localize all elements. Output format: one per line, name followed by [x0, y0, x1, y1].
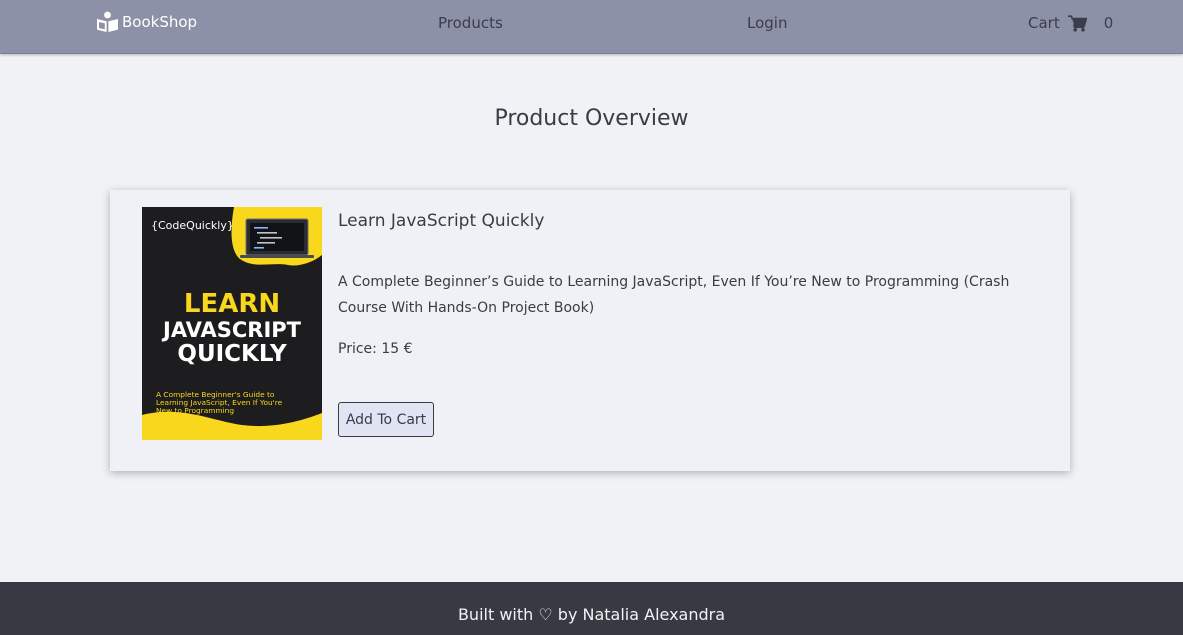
product-card: {CodeQuickly} LEARN JAVASCRIPT QUICKLY A…	[110, 190, 1070, 471]
brand-link[interactable]: BookShop	[96, 11, 197, 33]
footer-text: Built with ♡ by Natalia Alexandra	[457, 605, 726, 624]
cover-title-line2: JAVASCRIPT	[161, 318, 302, 342]
nav-cart-link[interactable]: Cart 0	[1028, 12, 1113, 34]
cover-subtitle-line3: New to Programming	[156, 406, 234, 415]
cover-publisher: {CodeQuickly}	[151, 219, 234, 232]
brand-name: BookShop	[122, 13, 198, 31]
shopping-cart-icon	[1067, 14, 1087, 32]
cover-title-line3: QUICKLY	[177, 341, 287, 367]
book-cover-image[interactable]: {CodeQuickly} LEARN JAVASCRIPT QUICKLY A…	[142, 207, 322, 440]
product-price: Price: 15 €	[338, 341, 413, 357]
book-reader-icon	[97, 11, 118, 32]
page-title: Product Overview	[494, 106, 689, 131]
product-name: Learn JavaScript Quickly	[338, 211, 545, 231]
product-description: A Complete Beginner’s Guide to Learning …	[338, 274, 1010, 316]
cover-title-line1: LEARN	[184, 289, 280, 319]
nav-products-link[interactable]: Products	[438, 14, 503, 32]
footer: Built with ♡ by Natalia Alexandra	[0, 582, 1183, 635]
cart-count-badge: 0	[1103, 14, 1114, 32]
cart-label: Cart	[1028, 14, 1060, 32]
nav-login-link[interactable]: Login	[747, 14, 787, 32]
navbar: BookShop Products Login Cart 0	[0, 0, 1183, 54]
add-to-cart-button[interactable]: Add To Cart	[338, 402, 434, 437]
